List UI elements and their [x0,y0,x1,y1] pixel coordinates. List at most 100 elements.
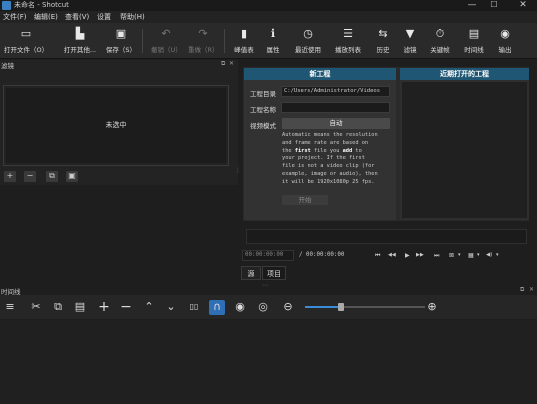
copy-icon[interactable]: ⧉ [51,300,65,314]
menu-edit[interactable]: 编辑(E) [34,11,58,23]
copy-filter-button[interactable]: ⧉ [46,171,58,182]
filter-button[interactable]: ▼ 滤镜 [399,27,421,54]
no-selection-text: 未选中 [105,121,127,129]
grid-icon[interactable]: ▦ [468,250,474,261]
lift-icon[interactable]: ⌃ [142,300,156,314]
paste-icon[interactable]: ▤ [73,300,87,314]
save-button[interactable]: ▣ 保存（S） [104,27,138,54]
chevron-down-icon[interactable]: ▾ [458,250,461,261]
new-project-panel: 新工程 工程目录 C:/Users/Administrator/Videos 工… [244,68,396,220]
float-icon[interactable]: ⧉ [520,286,524,294]
recent-projects-list[interactable] [402,82,527,218]
recent-label: 最近使用 [295,46,321,54]
timeline-dock-title: 时间线 ⧉ ✕ [0,286,537,296]
open-other-icon: ▙ [75,27,85,40]
redo-icon: ↷ [198,27,208,40]
chevron-down-icon[interactable]: ▾ [477,250,480,261]
menu-file[interactable]: 文件(F) [3,11,27,23]
rewind-icon[interactable]: ◀◀ [388,250,396,261]
play-icon[interactable]: ▶ [405,250,410,261]
keyframe-button[interactable]: ⏱ 关键帧 [427,27,453,54]
float-icon[interactable]: ⧉ [221,60,225,68]
main-toolbar: ▭ 打开文件（O） ▙ 打开其他... ▣ 保存（S） ↶ 撤销（U） ↷ 重做… [0,23,537,59]
description-line: your project. If the first [282,155,365,162]
redo-label: 重做（R） [188,46,219,54]
keyframe-icon: ⏱ [435,27,445,40]
menu-settings[interactable]: 设置 [97,11,111,23]
description-line: Automatic means the resolution [282,132,378,138]
project-dir-field[interactable]: C:/Users/Administrator/Videos [281,86,390,97]
split-icon[interactable]: ▯▯ [185,300,203,314]
project-name-label: 工程名称 [250,106,276,114]
skip-previous-icon[interactable]: ⏮ [375,250,380,261]
cut-icon[interactable]: ✂ [29,300,43,314]
playlist-label: 播放列表 [335,46,361,54]
timeline-tracks-area[interactable] [0,320,537,404]
project-dir-label: 工程目录 [250,90,276,98]
project-name-input[interactable] [281,102,390,113]
export-label: 输出 [498,46,512,54]
maximize-button[interactable]: ☐ [486,0,502,11]
overwrite-icon[interactable]: ⌄ [164,300,178,314]
export-button[interactable]: ◉ 输出 [494,27,516,54]
playlist-button[interactable]: ☰ 播放列表 [331,27,365,54]
video-mode-label: 视频模式 [250,122,276,130]
video-mode-select[interactable]: 自动 [282,118,390,129]
redo-button[interactable]: ↷ 重做（R） [188,27,219,54]
history-button[interactable]: ⇆ 历史 [372,27,394,54]
skip-next-icon[interactable]: ⏭ [434,250,439,261]
ripple-icon[interactable]: ◎ [256,300,270,314]
properties-button[interactable]: ℹ 属性 [262,27,284,54]
open-other-button[interactable]: ▙ 打开其他... [60,27,100,54]
menu-view[interactable]: 查看(V) [65,11,89,23]
toggle-zoom-icon[interactable]: ⊠ [449,250,454,261]
close-panel-icon[interactable]: ✕ [229,60,234,67]
total-duration: / 00:00:00:00 [299,250,344,261]
tab-project[interactable]: 项目 [262,266,286,280]
open-file-button[interactable]: ▭ 打开文件（O） [4,27,48,54]
playlist-icon: ☰ [343,27,353,40]
history-icon: ⇆ [378,27,388,40]
peak-meter-icon: ▮ [240,27,248,40]
current-timecode-input[interactable]: 00:00:00:00 [242,250,294,261]
toolbar-divider [224,29,225,53]
window-title: 未命名 - Shotcut [14,1,69,9]
volume-icon[interactable]: ◀) [486,250,492,261]
tab-source[interactable]: 源 [241,266,261,280]
zoom-slider-fill [305,306,341,308]
undo-button[interactable]: ↶ 撤销（U） [151,27,182,54]
zoom-in-icon[interactable]: ⊕ [425,300,439,314]
append-icon[interactable]: + [97,300,111,314]
zoom-slider-handle[interactable] [338,303,344,311]
recent-icon: ◷ [303,27,313,40]
start-button[interactable]: 开始 [282,195,328,205]
snap-icon[interactable]: ∩ [209,300,225,315]
zoom-out-icon[interactable]: ⊖ [281,300,295,314]
close-button[interactable]: ✕ [515,0,531,11]
add-filter-button[interactable]: + [4,171,16,182]
peak-meter-button[interactable]: ▮ 峰值表 [229,27,259,54]
description-line: it will be 1920x1080p 25 fps. [282,178,375,185]
chevron-down-icon[interactable]: ▾ [496,250,499,261]
timeline-button[interactable]: ▤ 时间线 [461,27,487,54]
description-line: and frame rate are based on [282,139,369,146]
timeline-label: 时间线 [464,46,484,54]
open-file-icon: ▭ [20,27,32,40]
player-scrubber[interactable] [246,229,527,244]
menu-icon[interactable]: ≡ [3,300,17,314]
remove-icon[interactable]: − [119,300,133,314]
remove-filter-button[interactable]: − [24,171,36,182]
close-panel-icon[interactable]: ✕ [529,286,534,293]
scrub-icon[interactable]: ◉ [233,300,247,314]
splitter-handle[interactable]: ⋮ [235,167,241,175]
description-line: file is not a video clip (for [282,163,375,170]
minimize-button[interactable]: — [464,0,480,11]
video-mode-description: Automatic means the resolution and frame … [282,132,394,187]
paste-filter-button[interactable]: ▣ [66,171,78,182]
fast-forward-icon[interactable]: ▶▶ [416,250,424,261]
history-label: 历史 [376,46,390,54]
recent-button[interactable]: ◷ 最近使用 [292,27,324,54]
menu-bar: 文件(F) 编辑(E) 查看(V) 设置 帮助(H) [0,11,537,23]
menu-help[interactable]: 帮助(H) [120,11,145,23]
keyframe-label: 关键帧 [430,46,450,54]
